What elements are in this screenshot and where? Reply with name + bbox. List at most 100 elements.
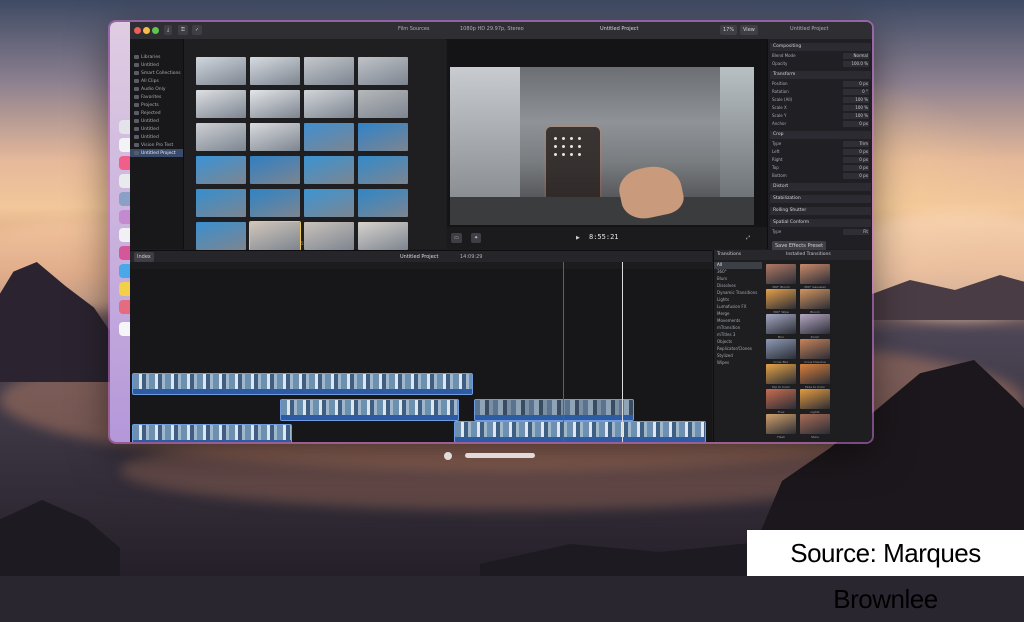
clip-thumbnail[interactable]: AVP_0009 [196, 123, 246, 151]
transition-category[interactable]: mTransition [714, 325, 762, 332]
installed-transitions-label[interactable]: Installed Transitions [786, 250, 831, 260]
sidebar-item[interactable]: Rejected [130, 109, 183, 117]
timeline-clip[interactable] [474, 399, 634, 421]
inspector-value-field[interactable]: Normal [843, 53, 869, 59]
clip-thumbnail[interactable]: AVP_0007 [304, 90, 354, 118]
transition-category[interactable]: Blurs [714, 276, 762, 283]
import-icon[interactable]: ⤓ [164, 25, 173, 35]
inspector-value-field[interactable]: 0 px [843, 165, 869, 171]
clip-thumbnail[interactable]: AVP_0013 [196, 156, 246, 184]
transition-thumbnail[interactable]: Flow [766, 389, 796, 414]
clip-thumbnail[interactable]: AVP_0014 [250, 156, 300, 184]
transition-thumbnail[interactable]: Blur [766, 314, 796, 339]
clip-thumbnail[interactable]: AVP_0004 [358, 57, 408, 85]
clip-thumbnail[interactable]: AVP_0024 [358, 222, 408, 250]
sidebar-item[interactable]: All Clips [130, 77, 183, 85]
transition-thumbnail[interactable]: 360° Gaussian [800, 264, 830, 289]
transition-thumbnail[interactable]: Zoom [800, 314, 830, 339]
keyword-icon[interactable]: ⚿ [178, 25, 188, 35]
fullscreen-icon[interactable]: ⤢ [743, 233, 753, 243]
clip-thumbnail[interactable]: AVP_0020 [358, 189, 408, 217]
transform-icon[interactable]: ▭ [451, 233, 462, 243]
video-frame[interactable] [450, 67, 754, 225]
clip-thumbnail[interactable]: AVP_0019 [304, 189, 354, 217]
timeline[interactable] [130, 269, 712, 442]
inspector-section-header[interactable]: Compositing [770, 43, 871, 51]
timeline-clip[interactable] [454, 421, 706, 442]
timeline-clip[interactable] [132, 373, 473, 395]
transition-thumbnail[interactable]: 360° Wipe [766, 289, 796, 314]
clip-thumbnail[interactable]: AVP_0012 [358, 123, 408, 151]
sidebar-item[interactable]: Vision Pro Test [130, 141, 183, 149]
timeline-clip[interactable] [132, 424, 292, 442]
inspector-value-field[interactable]: 0 px [843, 173, 869, 179]
inspector-value-field[interactable]: 100 % [843, 105, 869, 111]
inspector-section-header[interactable]: Distort [770, 183, 871, 191]
playhead[interactable] [563, 262, 564, 442]
clip-thumbnail[interactable]: AVP_0005 [196, 90, 246, 118]
transition-category[interactable]: Replicator/Clones [714, 346, 762, 353]
sidebar-item[interactable]: Untitled Project [130, 149, 183, 157]
transition-category[interactable]: All [714, 262, 762, 269]
sidebar-item[interactable]: Untitled [130, 61, 183, 69]
sidebar-item[interactable]: Untitled [130, 117, 183, 125]
transition-thumbnail[interactable]: 360° Bloom [766, 264, 796, 289]
transition-category[interactable]: Movements [714, 318, 762, 325]
background-tasks-icon[interactable]: ✓ [192, 25, 203, 35]
transition-category[interactable]: Objects [714, 339, 762, 346]
transition-thumbnail[interactable]: Bloom [800, 289, 830, 314]
transition-thumbnail[interactable]: Dip to Color [766, 364, 796, 389]
inspector-value-field[interactable]: 0 px [843, 157, 869, 163]
sidebar-item[interactable]: Smart Collections [130, 69, 183, 77]
inspector-section-header[interactable]: Rolling Shutter [770, 207, 871, 215]
inspector-section-header[interactable]: Stabilization [770, 195, 871, 203]
index-button[interactable]: Index [134, 252, 154, 262]
inspector-value-field[interactable]: Trim [843, 141, 869, 147]
sidebar-item[interactable]: Untitled [130, 125, 183, 133]
transition-category[interactable]: Dynamic Transitions [714, 290, 762, 297]
transition-category[interactable]: Stylized [714, 353, 762, 360]
transition-category[interactable]: 360° [714, 269, 762, 276]
play-icon[interactable]: ▶ [573, 233, 583, 243]
transition-thumbnail[interactable]: Fade to Color [800, 364, 830, 389]
clip-thumbnail[interactable]: AVP_0023 [304, 222, 354, 250]
sidebar-item[interactable]: Untitled [130, 133, 183, 141]
inspector-section-header[interactable]: Spatial Conform [770, 219, 871, 227]
clip-thumbnail[interactable]: AVP_0022 [249, 221, 301, 251]
transition-thumbnail[interactable]: Stars [800, 414, 830, 439]
inspector-value-field[interactable]: 0 ° [843, 89, 869, 95]
inspector-value-field[interactable]: 0 px [843, 81, 869, 87]
inspector-value-field[interactable]: 0 px [843, 149, 869, 155]
transition-category[interactable]: Wipes [714, 360, 762, 367]
timeline-clip[interactable] [280, 399, 459, 421]
sidebar-item[interactable]: Libraries [130, 53, 183, 61]
zoom-dropdown[interactable]: 17% [720, 25, 738, 35]
transition-category[interactable]: Merge [714, 311, 762, 318]
inspector-value-field[interactable]: Fit [843, 229, 869, 235]
minimize-window-icon[interactable] [143, 27, 150, 34]
window-close-dot[interactable] [444, 452, 452, 460]
transition-thumbnail[interactable]: Lights [800, 389, 830, 414]
clip-thumbnail[interactable]: AVP_0008 [358, 90, 408, 118]
inspector-value-field[interactable]: 0 px [843, 121, 869, 127]
clip-thumbnail[interactable]: AVP_0002 [250, 57, 300, 85]
transition-thumbnail[interactable]: Flash [766, 414, 796, 439]
clip-thumbnail[interactable]: AVP_0017 [196, 189, 246, 217]
timeline-project-name[interactable]: Untitled Project [400, 254, 438, 260]
transition-category[interactable]: Dissolves [714, 283, 762, 290]
transition-category[interactable]: mTitles 3 [714, 332, 762, 339]
inspector-section-header[interactable]: Transform [770, 71, 871, 79]
view-dropdown[interactable]: View [740, 25, 758, 35]
skimmer[interactable] [622, 262, 623, 442]
transition-thumbnail[interactable]: Cross Blur [766, 339, 796, 364]
inspector-value-field[interactable]: 100 % [843, 97, 869, 103]
close-window-icon[interactable] [134, 27, 141, 34]
transition-thumbnail[interactable]: Cross Dissolve [800, 339, 830, 364]
sidebar-item[interactable]: Projects [130, 101, 183, 109]
browser-filter-label[interactable]: Film Sources [398, 26, 430, 32]
transition-category[interactable]: Lumafusion FX [714, 304, 762, 311]
clip-thumbnail[interactable]: AVP_0006 [250, 90, 300, 118]
inspector-value-field[interactable]: 100.0 % [843, 61, 869, 67]
clip-thumbnail[interactable]: AVP_0021 [196, 222, 246, 250]
clip-thumbnail[interactable]: AVP_0016 [358, 156, 408, 184]
